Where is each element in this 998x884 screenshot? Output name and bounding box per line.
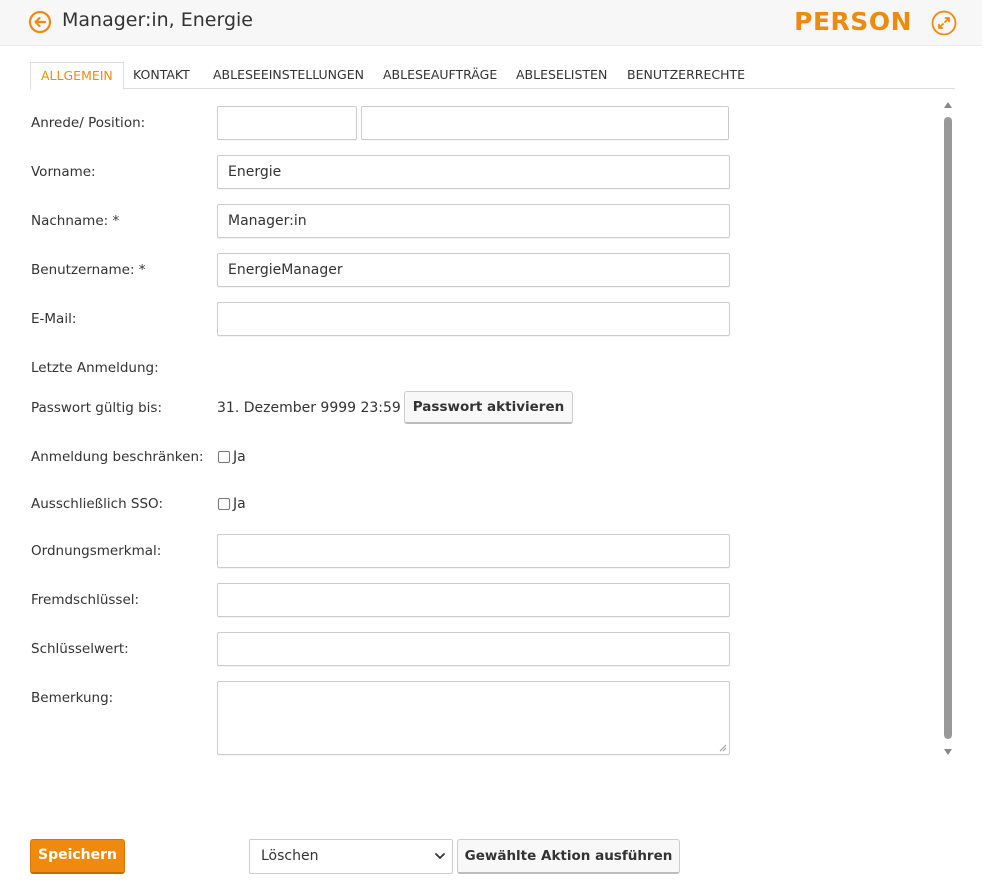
anrede-position-label: Anrede/ Position: (31, 115, 146, 131)
nachname-label: Nachname: * (31, 213, 120, 229)
vorname-value: Energie (228, 164, 282, 180)
bemerkung-label: Bemerkung: (31, 690, 114, 706)
tab-allgemein[interactable]: ALLGEMEIN (30, 62, 124, 90)
action-select-value: Löschen (261, 848, 319, 864)
sso-checkbox-label[interactable]: Ja (233, 496, 246, 512)
bemerkung-textarea[interactable] (217, 681, 730, 755)
schluesselwert-label: Schlüsselwert: (31, 641, 129, 657)
nachname-field[interactable]: Manager:in (217, 204, 730, 238)
save-button[interactable]: Speichern (30, 839, 125, 874)
letzte-anmeldung-label: Letzte Anmeldung: (31, 360, 159, 376)
action-select[interactable]: Löschen (249, 839, 453, 874)
fremdschluessel-field[interactable] (217, 583, 730, 617)
scroll-up-arrow-icon[interactable] (944, 102, 952, 108)
scrollbar-thumb[interactable] (944, 117, 952, 739)
tab-benutzerrechte[interactable]: BENUTZERRECHTE (627, 62, 745, 89)
anmeldung-beschraenken-checkbox[interactable] (218, 451, 230, 463)
anrede-field[interactable] (217, 106, 357, 140)
email-field[interactable] (217, 302, 730, 336)
resize-handle-icon[interactable] (719, 744, 727, 752)
schluesselwert-field[interactable] (217, 632, 730, 666)
sso-label: Ausschließlich SSO: (31, 496, 163, 512)
chevron-down-icon (435, 853, 445, 859)
tab-ableselisten[interactable]: ABLESELISTEN (516, 62, 607, 89)
tab-kontakt[interactable]: KONTAKT (133, 62, 190, 89)
passwort-label: Passwort gültig bis: (31, 400, 162, 416)
vorname-field[interactable]: Energie (217, 155, 730, 189)
benutzername-value: EnergieManager (228, 262, 343, 278)
scroll-down-arrow-icon[interactable] (944, 749, 952, 755)
benutzername-label: Benutzername: * (31, 262, 146, 278)
anmeldung-beschraenken-checkbox-label[interactable]: Ja (233, 449, 246, 465)
passwort-aktivieren-button[interactable]: Passwort aktivieren (404, 391, 573, 424)
email-label: E-Mail: (31, 311, 77, 327)
nachname-value: Manager:in (228, 213, 307, 229)
ordnungsmerkmal-label: Ordnungsmerkmal: (31, 543, 162, 559)
entity-type-label: PERSON (794, 7, 912, 36)
vorname-label: Vorname: (31, 164, 96, 180)
anmeldung-beschraenken-label: Anmeldung beschränken: (31, 449, 204, 465)
form-scrollbar[interactable] (941, 100, 955, 760)
fremdschluessel-label: Fremdschlüssel: (31, 592, 140, 608)
arrow-left-circle-icon[interactable] (28, 10, 52, 34)
expand-circle-icon[interactable] (931, 10, 957, 36)
page-title: Manager:in, Energie (62, 9, 253, 31)
benutzername-field[interactable]: EnergieManager (217, 253, 730, 287)
tab-ableseauftraege[interactable]: ABLESEAUFTRÄGE (383, 62, 497, 89)
passwort-gueltig-value: 31. Dezember 9999 23:59 (217, 400, 401, 416)
execute-action-button[interactable]: Gewählte Aktion ausführen (457, 839, 680, 874)
sso-checkbox[interactable] (218, 498, 230, 510)
tab-ableseeinstellungen[interactable]: ABLESEEINSTELLUNGEN (213, 62, 364, 89)
tab-bar: ALLGEMEIN KONTAKT ABLESEEINSTELLUNGEN AB… (30, 62, 955, 90)
ordnungsmerkmal-field[interactable] (217, 534, 730, 568)
position-field[interactable] (361, 106, 729, 140)
header-bar: Manager:in, Energie PERSON (0, 0, 982, 46)
